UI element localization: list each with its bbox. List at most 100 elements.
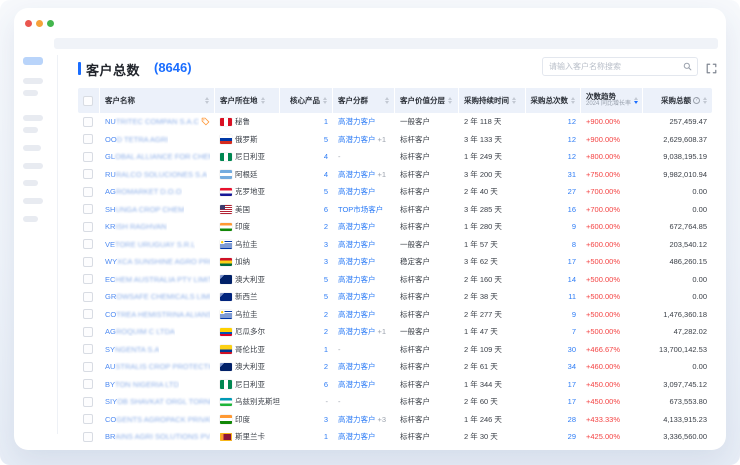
segment-link[interactable]: 高潜力客户 [338,326,376,337]
segment-link[interactable]: 高潜力客户 [338,186,376,197]
segment-link[interactable]: 高潜力客户 [338,361,376,372]
customer-name-link[interactable]: SHUNGA CROP CHEM [105,205,184,214]
sort-icon-duration[interactable] [512,97,516,105]
core-product-count-link[interactable]: 2 [324,310,328,319]
row-checkbox[interactable] [83,397,93,407]
customer-name-link[interactable]: COTREA HEMISTRINA ALIANSR... [105,310,210,319]
table-row[interactable]: KRISH RAGHVAN印度2高潜力客户标杆客户1 年 280 天9+600.… [78,218,712,236]
search-box[interactable] [542,57,698,76]
row-checkbox[interactable] [83,169,93,179]
search-input[interactable] [543,62,683,71]
core-product-count-link[interactable]: 3 [324,240,328,249]
row-checkbox[interactable] [83,432,93,442]
segment-link[interactable]: 高潜力客户 [338,239,376,250]
core-product-count-link[interactable]: 5 [324,292,328,301]
customer-name-link[interactable]: AUSTRALIS CROP PROTECTIONP... [105,362,210,371]
table-row[interactable]: COGENTS AGROPACK PRIVATE ...印度3高潜力客户+3标杆… [78,411,712,429]
table-row[interactable]: OOD TETRA AGRI俄罗斯5高潜力客户+1标杆客户3 年 133 天12… [78,131,712,149]
table-row[interactable]: AGROQUIM C LTDA厄瓜多尔2高潜力客户+1一般客户1 年 47 天7… [78,323,712,341]
customer-name-link[interactable]: AGROQUIM C LTDA [105,327,175,336]
core-product-count-link[interactable]: 4 [324,152,328,161]
row-checkbox[interactable] [83,134,93,144]
table-row[interactable]: BYTON NIGERIA LTD尼日利亚6高潜力客户标杆客户1 年 344 天… [78,376,712,394]
sort-icon-segment[interactable] [385,97,389,105]
customer-name-link[interactable]: BRAINS AGRI SOLUTIONS PVTLTD [105,432,210,441]
purchase-count-link[interactable]: 31 [568,170,576,179]
table-row[interactable]: SYNGENTA S.A哥伦比亚1-标杆客户2 年 109 天30+466.67… [78,341,712,359]
purchase-count-link[interactable]: 12 [568,135,576,144]
row-checkbox[interactable] [83,187,93,197]
purchase-count-link[interactable]: 7 [572,327,576,336]
segment-link[interactable]: 高潜力客户 [338,274,376,285]
core-product-count-link[interactable]: 6 [324,380,328,389]
core-product-count-link[interactable]: 5 [324,135,328,144]
window-minimize-button[interactable] [36,20,43,27]
fullscreen-icon[interactable] [706,61,717,72]
core-product-count-link[interactable]: 1 [324,432,328,441]
segment-link[interactable]: 高潜力客户 [338,379,376,390]
table-row[interactable]: GLOBAL ALLIANCE FOR CHEMICA...尼日利亚4-标杆客户… [78,148,712,166]
purchase-count-link[interactable]: 28 [568,415,576,424]
segment-link[interactable]: 高潜力客户 [338,291,376,302]
customer-name-link[interactable]: BYTON NIGERIA LTD [105,380,179,389]
sidebar-item[interactable] [23,127,38,133]
row-checkbox[interactable] [83,274,93,284]
table-row[interactable]: BRAINS AGRI SOLUTIONS PVTLTD斯里兰卡1高潜力客户标杆… [78,428,712,446]
segment-link[interactable]: 高潜力客户 [338,169,376,180]
customer-name-link[interactable]: VETORE URUGUAY S.R.L [105,240,195,249]
customer-name-link[interactable]: OOD TETRA AGRI [105,135,168,144]
purchase-count-link[interactable]: 17 [568,380,576,389]
segment-link[interactable]: 高潜力客户 [338,414,376,425]
row-checkbox[interactable] [83,239,93,249]
row-checkbox[interactable] [83,257,93,267]
core-product-count-link[interactable]: 1 [324,345,328,354]
purchase-count-link[interactable]: 29 [568,432,576,441]
sidebar-item[interactable] [23,163,43,169]
search-icon[interactable] [683,62,692,71]
purchase-count-link[interactable]: 9 [572,222,576,231]
core-product-count-link[interactable]: 2 [324,362,328,371]
table-row[interactable]: COTREA HEMISTRINA ALIANSR...乌拉圭2高潜力客户标杆客… [78,306,712,324]
segment-link[interactable]: 高潜力客户 [338,431,376,442]
table-row[interactable]: AGROMARKET D.O.O克罗地亚5高潜力客户标杆客户2 年 40 天27… [78,183,712,201]
table-row[interactable]: GROWSAFE CHEMICALS LIMITED新西兰5高潜力客户标杆客户2… [78,288,712,306]
segment-link[interactable]: 高潜力客户 [338,134,376,145]
customer-name-link[interactable]: SYNGENTA S.A [105,345,159,354]
sort-icon-tier[interactable] [448,97,452,105]
segment-link[interactable]: TOP市场客户 [338,204,383,215]
core-product-count-link[interactable]: 3 [324,257,328,266]
sort-icon-location[interactable] [261,97,265,105]
table-row[interactable]: RURALCO SOLUCIONES S.A阿根廷4高潜力客户+1标杆客户3 年… [78,166,712,184]
sort-icon-count[interactable] [571,97,575,105]
core-product-count-link[interactable]: 5 [324,275,328,284]
sidebar-item[interactable] [23,216,38,222]
customer-name-link[interactable]: COGENTS AGROPACK PRIVATE ... [105,415,210,424]
purchase-count-link[interactable]: 9 [572,310,576,319]
segment-link[interactable]: 高潜力客户 [338,221,376,232]
row-checkbox[interactable] [83,204,93,214]
sort-icon-total[interactable] [703,97,707,105]
segment-link[interactable]: 高潜力客户 [338,256,376,267]
table-row[interactable]: NUTRITEC COMPAN S.A.C秘鲁1高潜力客户一般客户2 年 118… [78,113,712,131]
row-checkbox[interactable] [83,117,93,127]
core-product-count-link[interactable]: 2 [324,222,328,231]
window-zoom-button[interactable] [47,20,54,27]
segment-link[interactable]: 高潜力客户 [338,309,376,320]
row-checkbox[interactable] [83,379,93,389]
purchase-count-link[interactable]: 14 [568,275,576,284]
core-product-count-link[interactable]: 6 [324,205,328,214]
purchase-count-link[interactable]: 27 [568,187,576,196]
table-row[interactable]: WYXCA SUNSHINE AGRO PRODU...加纳3高潜力客户稳定客户… [78,253,712,271]
customer-name-link[interactable]: GLOBAL ALLIANCE FOR CHEMICA... [105,152,210,161]
customer-name-link[interactable]: ECHEM AUSTRALIA PTY LIMITED) [105,275,210,284]
customer-name-link[interactable]: WYXCA SUNSHINE AGRO PRODU... [105,257,210,266]
purchase-count-link[interactable]: 17 [568,257,576,266]
purchase-count-link[interactable]: 34 [568,362,576,371]
customer-name-link[interactable]: NUTRITEC COMPAN S.A.C [105,117,199,126]
table-row[interactable]: VETORE URUGUAY S.R.L乌拉圭3高潜力客户一般客户1 年 57 … [78,236,712,254]
table-row[interactable]: SIYOB SHAVKAT ORGL TORNEYX ...乌兹别克斯坦--标杆… [78,393,712,411]
sidebar-item[interactable] [23,90,38,96]
purchase-count-link[interactable]: 17 [568,397,576,406]
core-product-count-link[interactable]: 3 [324,415,328,424]
row-checkbox[interactable] [83,222,93,232]
